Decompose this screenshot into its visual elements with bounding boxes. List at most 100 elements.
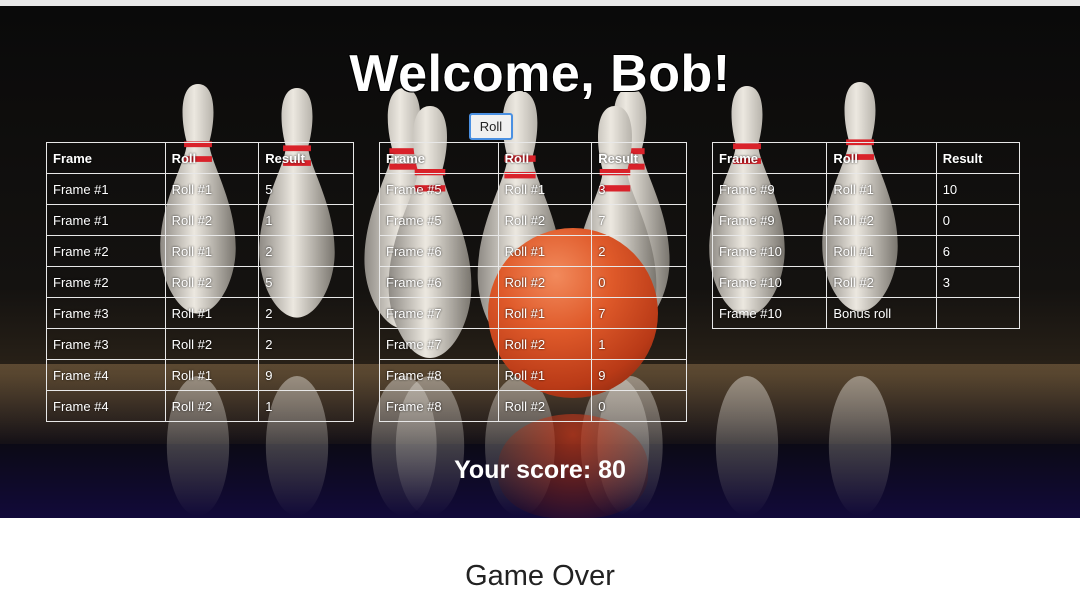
frame-cell: Frame #9 — [711, 173, 828, 205]
frame-cell: Frame #3 — [46, 297, 166, 329]
column-header-frame: Frame — [711, 142, 828, 174]
result-cell: 1 — [591, 328, 687, 360]
frame-cell: Frame #7 — [379, 297, 499, 329]
table-row: Frame #7 Roll #2 1 — [379, 328, 687, 360]
result-cell: 6 — [935, 235, 1021, 267]
roll-cell: Roll #2 — [164, 266, 260, 298]
result-cell: 3 — [591, 173, 687, 205]
table-row: Frame #7 Roll #1 7 — [379, 297, 687, 329]
roll-cell: Roll #2 — [164, 390, 260, 422]
frame-cell: Frame #9 — [711, 204, 828, 236]
roll-cell: Roll #2 — [164, 204, 260, 236]
column-header-result: Result — [258, 142, 354, 174]
frame-cell: Frame #3 — [46, 328, 166, 360]
frame-cell: Frame #7 — [379, 328, 499, 360]
table-row: Frame #6 Roll #2 0 — [379, 266, 687, 298]
roll-button[interactable]: Roll — [469, 113, 513, 140]
result-cell — [935, 297, 1021, 329]
result-cell: 1 — [258, 390, 354, 422]
table-row: Frame #1 Roll #2 1 — [46, 204, 354, 236]
column-header-roll: Roll — [164, 142, 260, 174]
table-row: Frame #5 Roll #2 7 — [379, 204, 687, 236]
frame-cell: Frame #4 — [46, 390, 166, 422]
roll-cell: Roll #1 — [164, 359, 260, 391]
column-header-frame: Frame — [379, 142, 499, 174]
table-row: Frame #3 Roll #1 2 — [46, 297, 354, 329]
column-header-roll: Roll — [826, 142, 937, 174]
roll-cell: Roll #1 — [497, 297, 593, 329]
table-row: Frame #2 Roll #2 5 — [46, 266, 354, 298]
roll-cell: Roll #1 — [164, 235, 260, 267]
frame-cell: Frame #10 — [711, 297, 828, 329]
column-header-roll: Roll — [497, 142, 593, 174]
result-cell: 2 — [591, 235, 687, 267]
frame-cell: Frame #1 — [46, 204, 166, 236]
roll-cell: Bonus roll — [826, 297, 937, 329]
table-row: Frame #4 Roll #1 9 — [46, 359, 354, 391]
roll-cell: Roll #1 — [164, 173, 260, 205]
frames-table-1: Frame Roll Result Frame #1 Roll #1 5 Frame … — [46, 142, 354, 422]
roll-cell: Roll #1 — [826, 173, 937, 205]
table-row: Frame #3 Roll #2 2 — [46, 328, 354, 360]
table-row: Frame #10 Roll #1 6 — [711, 235, 1021, 267]
roll-cell: Roll #1 — [164, 297, 260, 329]
result-cell: 9 — [258, 359, 354, 391]
result-cell: 7 — [591, 297, 687, 329]
column-header-result: Result — [935, 142, 1021, 174]
table-row: Frame #9 Roll #2 0 — [711, 204, 1021, 236]
result-cell: 0 — [935, 204, 1021, 236]
roll-cell: Roll #2 — [497, 266, 593, 298]
table-row: Frame #6 Roll #1 2 — [379, 235, 687, 267]
roll-cell: Roll #2 — [497, 204, 593, 236]
table-row: Frame #8 Roll #2 0 — [379, 390, 687, 422]
frame-cell: Frame #6 — [379, 235, 499, 267]
frame-cell: Frame #8 — [379, 359, 499, 391]
pin-reflection — [715, 376, 779, 516]
result-cell: 1 — [258, 204, 354, 236]
frame-cell: Frame #1 — [46, 173, 166, 205]
frames-table-3: Frame Roll Result Frame #9 Roll #1 10 Frame… — [711, 142, 1021, 329]
table-header-row: Frame Roll Result — [46, 142, 354, 174]
total-score: Your score: 80 — [454, 456, 626, 484]
table-header-row: Frame Roll Result — [379, 142, 687, 174]
table-header-row: Frame Roll Result — [711, 142, 1021, 174]
frame-cell: Frame #6 — [379, 266, 499, 298]
result-cell: 0 — [591, 390, 687, 422]
table-row: Frame #4 Roll #2 1 — [46, 390, 354, 422]
frame-cell: Frame #8 — [379, 390, 499, 422]
page-title: Welcome, Bob! — [349, 45, 731, 103]
table-row: Frame #5 Roll #1 3 — [379, 173, 687, 205]
result-cell: 5 — [258, 266, 354, 298]
roll-cell: Roll #2 — [826, 204, 937, 236]
result-cell: 2 — [258, 235, 354, 267]
table-row: Frame #1 Roll #1 5 — [46, 173, 354, 205]
result-cell: 10 — [935, 173, 1021, 205]
roll-cell: Roll #2 — [826, 266, 937, 298]
game-over-message: Game Over — [465, 560, 615, 592]
frame-cell: Frame #2 — [46, 235, 166, 267]
roll-cell: Roll #1 — [497, 359, 593, 391]
frame-cell: Frame #5 — [379, 173, 499, 205]
frames-table-2: Frame Roll Result Frame #5 Roll #1 3 Frame … — [379, 142, 687, 422]
table-row: Frame #10 Bonus roll — [711, 297, 1021, 329]
frame-cell: Frame #2 — [46, 266, 166, 298]
roll-cell: Roll #2 — [497, 390, 593, 422]
pin-reflection — [828, 376, 892, 516]
roll-cell: Roll #1 — [497, 173, 593, 205]
result-cell: 9 — [591, 359, 687, 391]
result-cell: 2 — [258, 297, 354, 329]
roll-cell: Roll #2 — [497, 328, 593, 360]
table-row: Frame #2 Roll #1 2 — [46, 235, 354, 267]
result-cell: 2 — [258, 328, 354, 360]
result-cell: 3 — [935, 266, 1021, 298]
result-cell: 0 — [591, 266, 687, 298]
roll-cell: Roll #1 — [826, 235, 937, 267]
table-row: Frame #8 Roll #1 9 — [379, 359, 687, 391]
frame-cell: Frame #10 — [711, 266, 828, 298]
frame-cell: Frame #10 — [711, 235, 828, 267]
column-header-frame: Frame — [46, 142, 166, 174]
roll-cell: Roll #1 — [497, 235, 593, 267]
table-row: Frame #9 Roll #1 10 — [711, 173, 1021, 205]
frame-cell: Frame #4 — [46, 359, 166, 391]
frame-cell: Frame #5 — [379, 204, 499, 236]
